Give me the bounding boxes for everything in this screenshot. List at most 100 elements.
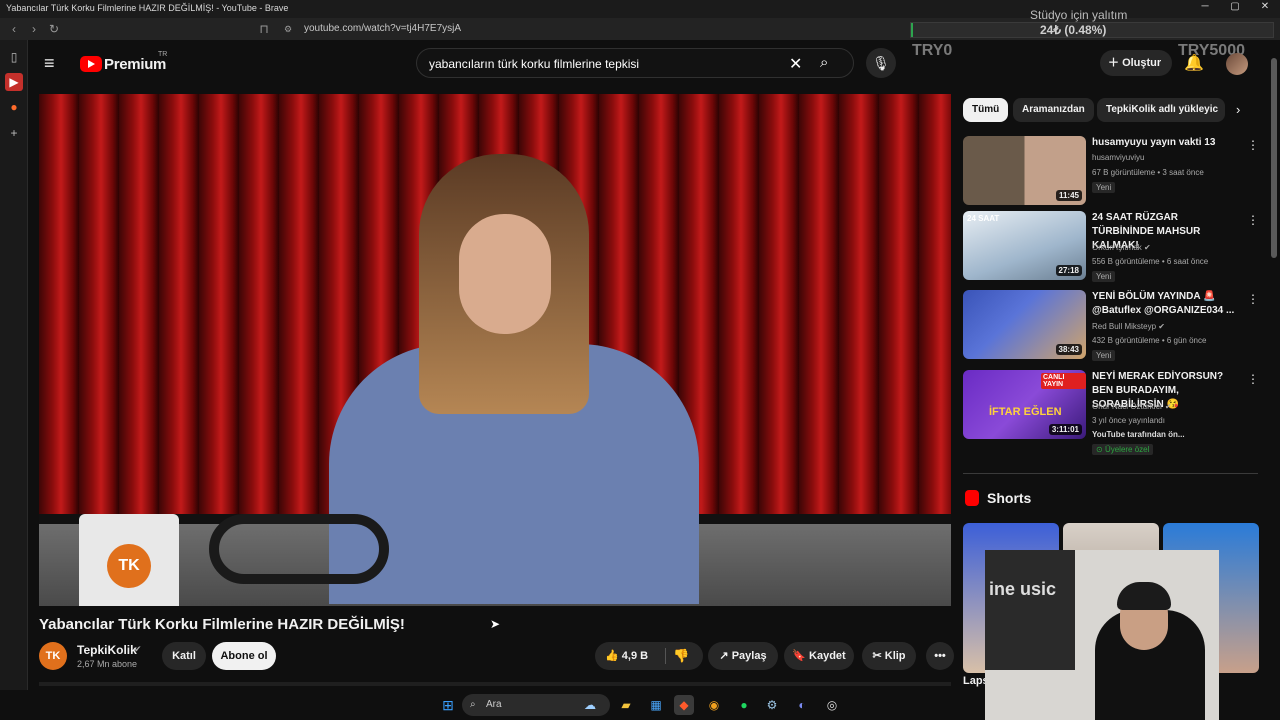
thumbnail-label: İFTAR EĞLEN [989,406,1062,418]
maximize-icon[interactable]: ▢ [1220,1,1250,17]
video-duration: 11:45 [1055,190,1082,201]
recommendation-extra: YouTube tarafından ön... [1092,430,1185,439]
verified-icon: ✔ [1164,402,1172,411]
channel-name[interactable]: TepkiKolik [77,643,137,657]
recommendation-title[interactable]: husamyuyu yayın vakti 13 [1092,136,1242,150]
weather-icon[interactable]: ☁ [580,695,600,715]
obs-icon[interactable]: ◎ [822,695,842,715]
recommendation-channel[interactable]: Onur Naci Öztürkler ✔ [1092,402,1172,411]
create-label: Oluştur [1122,57,1162,69]
chip-from-search[interactable]: Aramanızdan [1013,98,1094,122]
search-query: yabancıların türk korku filmlerine tepki… [429,57,640,71]
clip-button[interactable]: ✂ Klip [862,642,916,670]
windows-start-icon[interactable]: ⊞ [438,695,458,715]
save-button[interactable]: 🔖 Kaydet [784,642,854,670]
recommendation-stats: 432 B görüntüleme • 6 gün önce [1092,336,1207,345]
clear-search-icon[interactable]: ✕ [789,54,802,74]
verified-icon: ✔ [1158,322,1165,331]
back-icon[interactable]: ‹ [6,21,22,37]
brave-icon[interactable]: ◆ [674,695,694,715]
recommendation-title[interactable]: YENİ BÖLÜM YAYINDA 🚨 @Batuflex @ORGANIZE… [1092,290,1242,318]
bookmark-save-icon: 🔖 [792,650,810,662]
recommendation-item[interactable]: 11:45 husamyuyu yayın vakti 13 husamviyu… [963,136,1263,210]
stream-goal-value: 24₺ (0.48%) [1040,23,1107,37]
youtube-play-icon [80,56,102,72]
logo-region: TR [158,51,168,58]
section-divider [963,473,1258,474]
video-thumbnail[interactable]: CANLI YAYIN İFTAR EĞLEN 3:11:01 [963,370,1086,439]
search-input[interactable]: yabancıların türk korku filmlerine tepki… [416,48,854,78]
stream-goal-fill [911,23,913,37]
discord-icon[interactable]: ◐ [792,695,812,715]
recommendation-channel[interactable]: Orkun Işıtmak ✔ [1092,243,1151,252]
more-actions-button[interactable]: ••• [926,642,954,670]
shorts-heading: Shorts [987,490,1032,506]
recommendation-item[interactable]: 38:43 YENİ BÖLÜM YAYINDA 🚨 @Batuflex @OR… [963,290,1263,364]
forward-icon[interactable]: › [26,21,42,37]
chevron-right-icon[interactable]: › [1236,102,1240,117]
video-frame-mug: TK [79,514,179,606]
new-badge: Yeni [1092,350,1116,361]
search-icon[interactable]: ⌕ [820,54,828,71]
search-icon: ⌕ [470,699,476,710]
steam-icon[interactable]: ⚙ [762,695,782,715]
chip-all[interactable]: Tümü [963,98,1009,122]
bookmark-icon[interactable]: ⊓ [256,21,272,37]
menu-icon[interactable]: ≡ [44,53,64,73]
recommendation-channel[interactable]: Red Bull Miksteyp ✔ [1092,322,1165,331]
spotify-icon[interactable]: ● [734,695,754,715]
kebab-menu-icon[interactable]: ⋮ [1247,138,1259,152]
chip-uploader[interactable]: TepkiKolik adlı yükleyic [1097,98,1225,122]
close-icon[interactable]: ✕ [1250,1,1280,17]
notifications-bell-icon[interactable]: 🔔 [1184,53,1204,73]
add-tab-icon[interactable]: + [5,124,23,142]
brave-tab-icon[interactable]: ● [5,98,23,116]
sidebar-scrollbar[interactable] [1271,58,1277,258]
kebab-menu-icon[interactable]: ⋮ [1247,372,1259,386]
minimize-icon[interactable]: ─ [1190,1,1220,17]
address-bar[interactable]: youtube.com/watch?v=tj4H7E7ysjA [304,21,924,37]
account-avatar[interactable] [1226,53,1248,75]
create-button[interactable]: ＋ Oluştur [1100,50,1172,76]
youtube-tab-icon[interactable]: ▶ [5,73,23,91]
join-button[interactable]: Katıl [162,642,206,670]
like-icon[interactable]: 👍 [605,650,622,662]
stream-goal-title: Stüdyo için yalıtım [1030,8,1128,22]
subscribe-button[interactable]: Abone ol [212,642,276,670]
recommendation-item[interactable]: CANLI YAYIN İFTAR EĞLEN 3:11:01 NEYİ MER… [963,370,1263,460]
video-duration: 38:43 [1055,344,1082,355]
browser-icon[interactable]: ◉ [704,695,724,715]
store-icon[interactable]: ▦ [646,695,666,715]
video-thumbnail[interactable]: 24 SAAT 27:18 [963,211,1086,280]
members-only-badge: ⊙ Üyelere özel [1092,444,1154,455]
kebab-menu-icon[interactable]: ⋮ [1247,213,1259,227]
verified-icon: ✔ [1144,243,1151,252]
voice-search-button[interactable]: 🎙 [866,48,896,78]
webcam-headphones [1117,582,1171,610]
plus-icon: ＋ [1108,57,1123,69]
video-thumbnail[interactable]: 38:43 [963,290,1086,359]
recommendation-channel[interactable]: husamviyuviyu [1092,153,1144,162]
share-button[interactable]: ↗ Paylaş [708,642,778,670]
channel-avatar[interactable]: TK [39,642,67,670]
site-info-icon[interactable]: ⚙ [280,21,296,37]
file-explorer-icon[interactable]: ▰ [616,695,636,715]
reload-icon[interactable]: ↻ [46,21,62,37]
live-badge: CANLI YAYIN [1041,373,1086,389]
webcam-monitor: ine usic [985,550,1075,670]
video-title: Yabancılar Türk Korku Filmlerine HAZIR D… [39,616,405,633]
logo-brand: Premium [104,56,167,73]
video-frame-headphones [209,514,389,584]
recommendation-item[interactable]: 24 SAAT 27:18 24 SAAT RÜZGAR TÜRBİNİNDE … [963,211,1263,285]
video-thumbnail[interactable]: 11:45 [963,136,1086,205]
video-duration: 3:11:01 [1048,424,1082,435]
sidebar-panel-icon[interactable]: ▯ [5,48,23,66]
video-player[interactable]: TK [39,94,951,606]
scissors-icon: ✂ [872,650,885,662]
dislike-icon[interactable]: 👎 [673,642,689,670]
kebab-menu-icon[interactable]: ⋮ [1247,292,1259,306]
like-count: 4,9 B [621,650,649,662]
like-dislike-group[interactable]: 👍 4,9 B 👎 [595,642,703,670]
verified-icon: ✔ [134,644,142,654]
shorts-icon [965,490,979,506]
